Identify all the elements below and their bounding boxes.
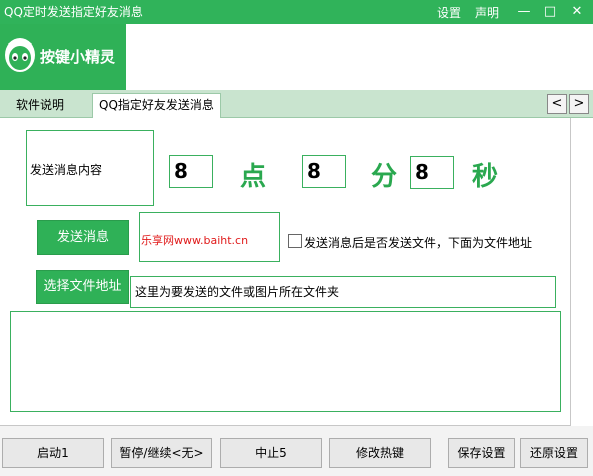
save-settings-button[interactable]: 保存设置 bbox=[448, 438, 515, 468]
restore-settings-button[interactable]: 还原设置 bbox=[520, 438, 588, 468]
message-input[interactable]: 乐享网www.baiht.cn bbox=[139, 212, 280, 262]
logo: 按键小精灵 bbox=[0, 24, 126, 90]
content-label: 发送消息内容 bbox=[30, 163, 103, 177]
send-message-button[interactable]: 发送消息 bbox=[37, 220, 129, 255]
maximize-button[interactable]: □ bbox=[540, 2, 560, 22]
statement-link[interactable]: 声明 bbox=[475, 4, 499, 21]
file-path-input[interactable]: 这里为要发送的文件或图片所在文件夹 bbox=[130, 276, 556, 308]
window-title: QQ定时发送指定好友消息 bbox=[4, 5, 143, 19]
second-input[interactable]: 8 bbox=[410, 156, 454, 189]
settings-link[interactable]: 设置 bbox=[437, 4, 461, 21]
logo-text: 按键小精灵 bbox=[40, 48, 116, 66]
hour-unit-label: 点 bbox=[240, 162, 267, 192]
minute-input[interactable]: 8 bbox=[302, 155, 346, 188]
header: 按键小精灵 bbox=[0, 24, 593, 90]
stop-button[interactable]: 中止5 bbox=[220, 438, 322, 468]
title-bar: QQ定时发送指定好友消息 设置 声明 — □ ✕ bbox=[0, 0, 593, 24]
tab-qq-friend-message[interactable]: QQ指定好友发送消息 bbox=[92, 93, 221, 119]
tab-software-info[interactable]: 软件说明 bbox=[10, 94, 70, 118]
minimize-button[interactable]: — bbox=[514, 2, 534, 22]
start-button[interactable]: 启动1 bbox=[2, 438, 104, 468]
send-file-checkbox-label: 发送消息后是否发送文件，下面为文件地址 bbox=[304, 236, 533, 250]
pause-resume-button[interactable]: 暂停/继续<无> bbox=[111, 438, 212, 468]
mascot-icon bbox=[5, 38, 35, 72]
change-hotkey-button[interactable]: 修改热键 bbox=[329, 438, 431, 468]
tab-scroll-right-icon[interactable]: > bbox=[569, 94, 589, 114]
second-unit-label: 秒 bbox=[472, 162, 499, 192]
hour-input[interactable]: 8 bbox=[169, 155, 213, 188]
tab-scroll-left-icon[interactable]: < bbox=[547, 94, 567, 114]
log-textarea[interactable] bbox=[10, 311, 561, 412]
choose-file-button[interactable]: 选择文件地址 bbox=[36, 270, 129, 304]
tab-bar: 软件说明 QQ指定好友发送消息 bbox=[0, 90, 593, 119]
close-button[interactable]: ✕ bbox=[567, 2, 587, 22]
message-text: 乐享网www.baiht.cn bbox=[141, 234, 249, 247]
send-file-checkbox[interactable] bbox=[288, 234, 302, 248]
minute-unit-label: 分 bbox=[371, 162, 398, 192]
content-label-box: 发送消息内容 bbox=[26, 130, 154, 206]
